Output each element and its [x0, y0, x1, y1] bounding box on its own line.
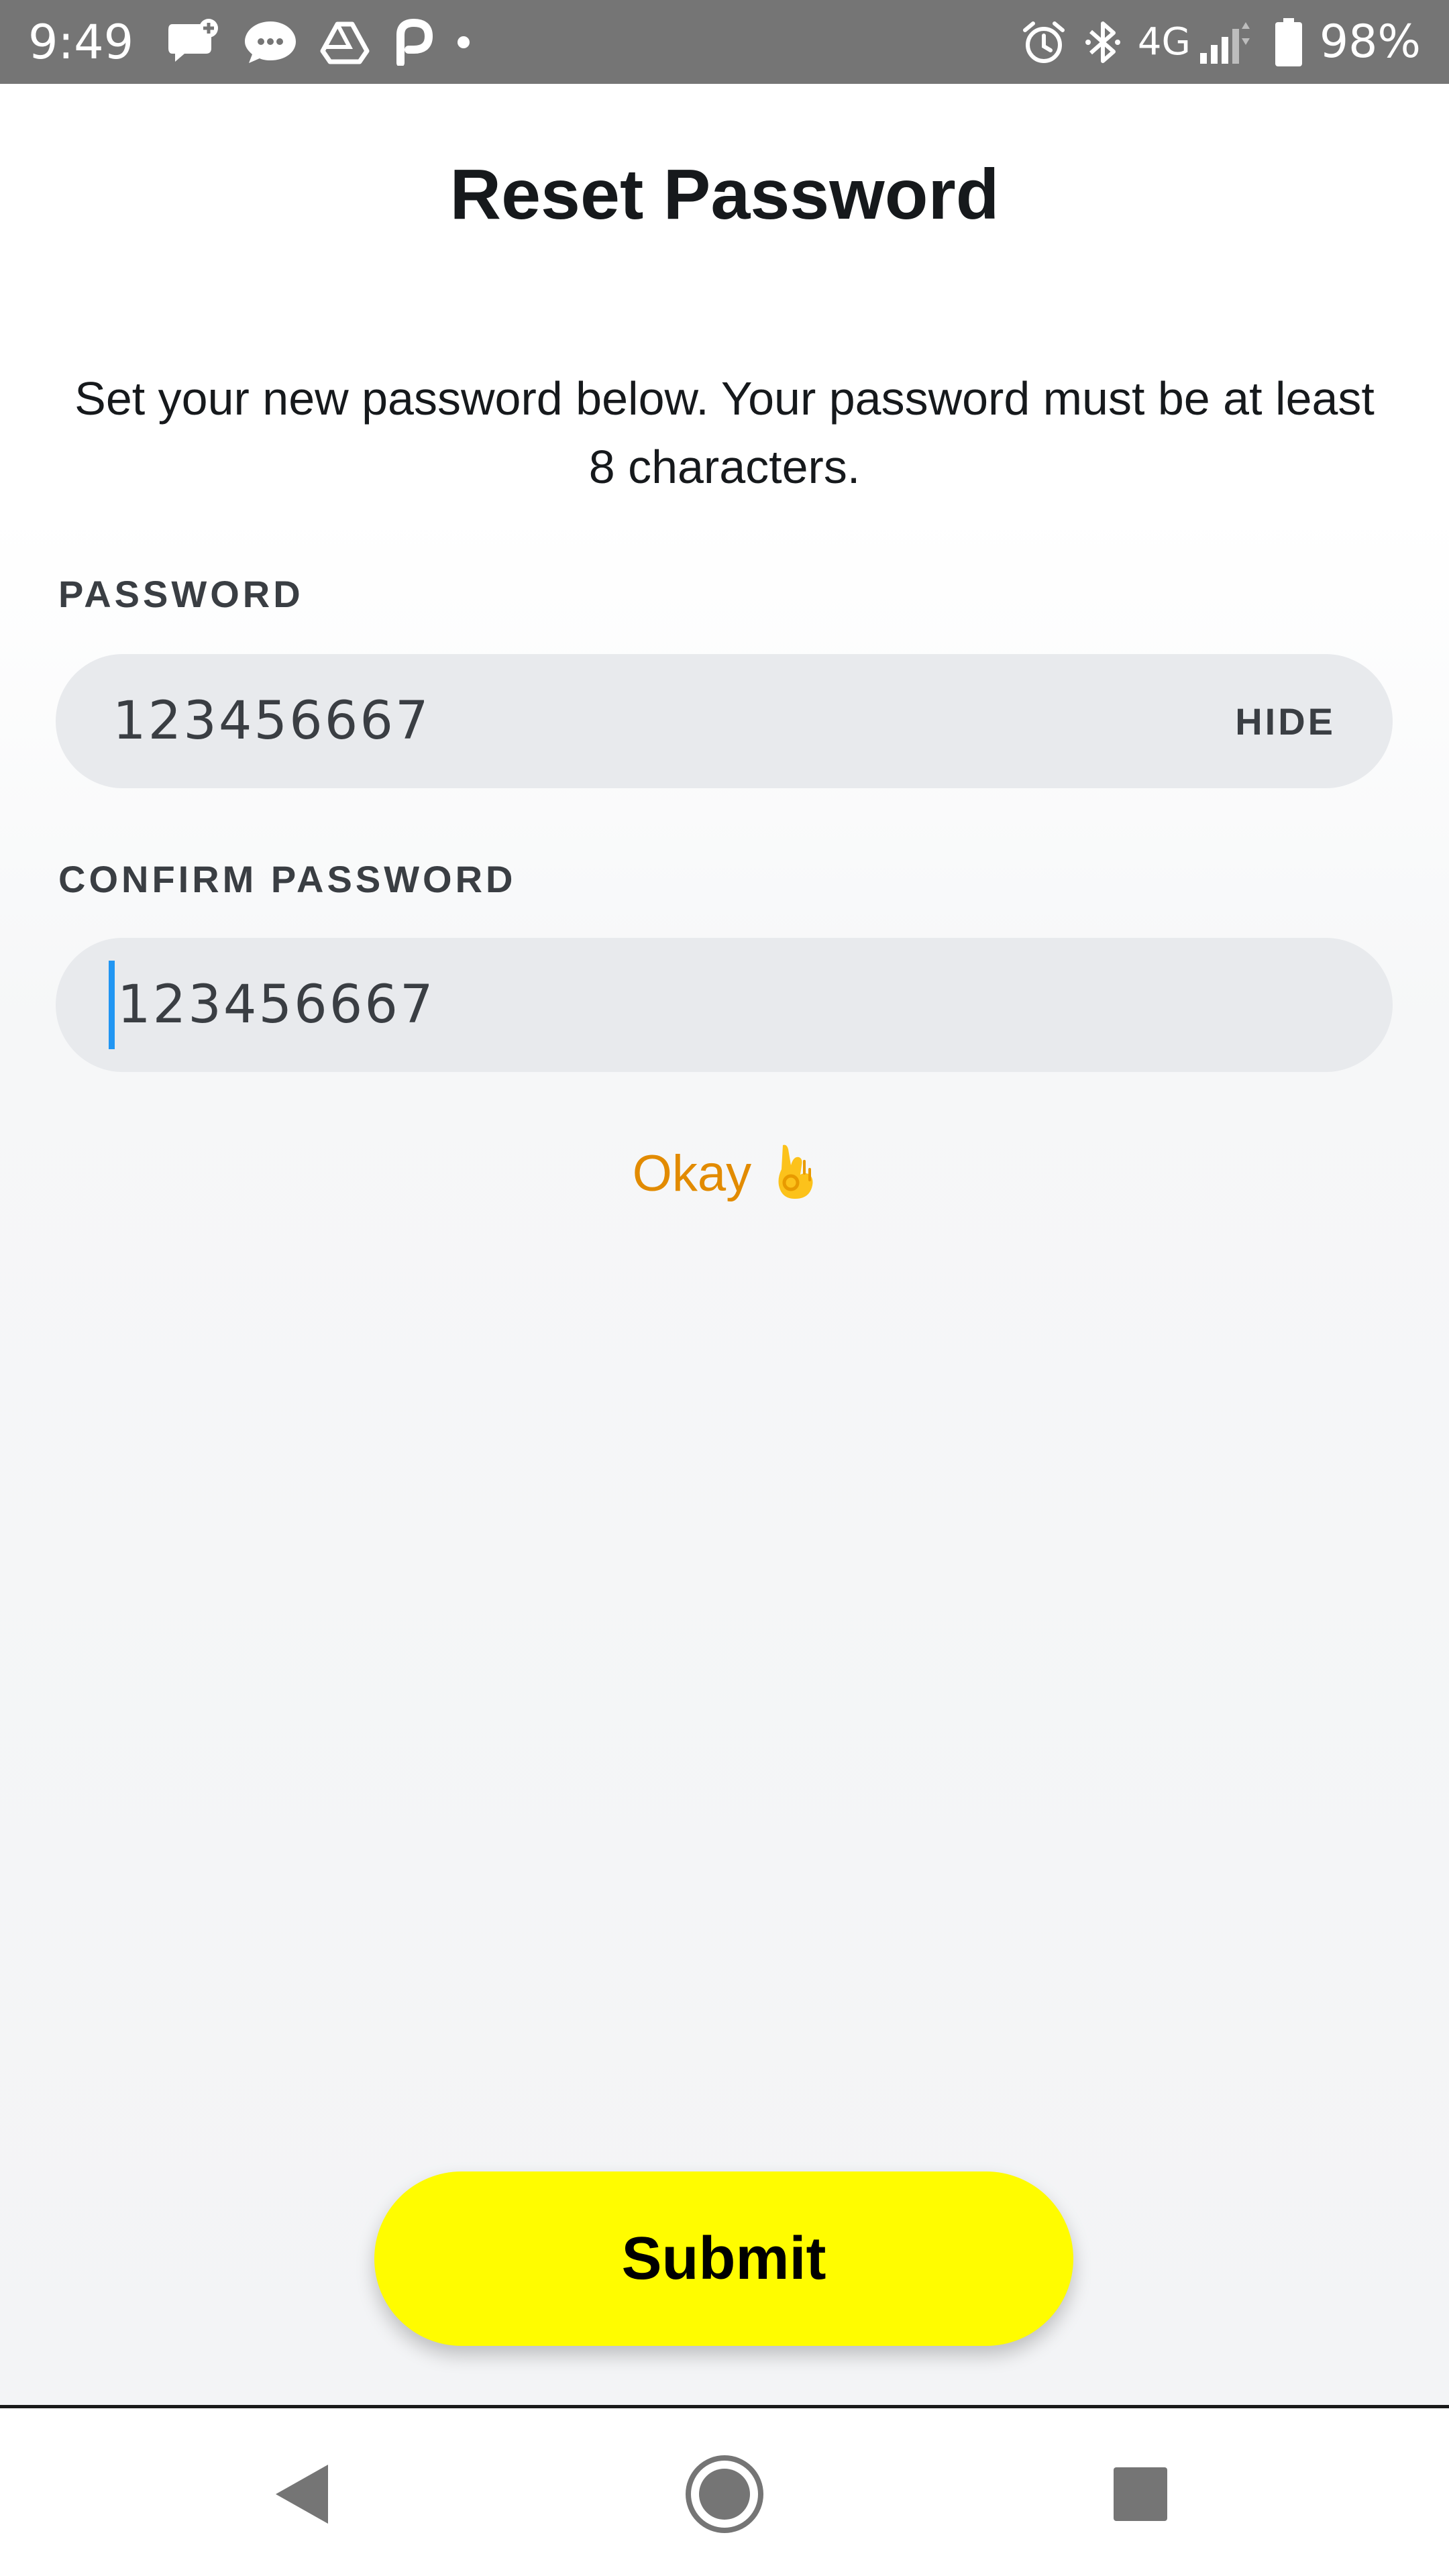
home-icon — [686, 2455, 763, 2533]
screen: 9:49 4G 98% Reset Password Set your new … — [0, 0, 1449, 2576]
add-chat-icon — [167, 18, 221, 66]
navigation-bar — [0, 2405, 1449, 2576]
password-input[interactable]: 123456667 HIDE — [56, 654, 1393, 788]
confirm-password-value[interactable]: 123456667 — [117, 975, 1336, 1035]
status-time: 9:49 — [28, 14, 134, 70]
recents-button[interactable] — [1067, 2408, 1214, 2576]
back-icon — [276, 2464, 328, 2524]
submit-button[interactable]: Submit — [374, 2171, 1073, 2346]
battery-level: 98% — [1319, 15, 1421, 68]
p-app-icon — [392, 18, 433, 66]
text-cursor — [109, 961, 115, 1049]
alarm-icon — [1020, 18, 1068, 66]
page-subtitle: Set your new password below. Your passwo… — [74, 372, 1375, 493]
reset-password-screen: Reset Password Set your new password bel… — [0, 84, 1449, 2408]
password-strength: Okay — [0, 1142, 1449, 1212]
hide-password-toggle[interactable]: HIDE — [1235, 700, 1336, 743]
page-title: Reset Password — [449, 155, 1000, 234]
messages-icon — [244, 19, 297, 66]
password-value[interactable]: 123456667 — [113, 691, 1235, 751]
password-label: PASSWORD — [58, 573, 304, 615]
signal-icon — [1197, 18, 1258, 66]
ok-hand-icon — [775, 1142, 816, 1212]
battery-icon — [1274, 17, 1303, 68]
status-bar-left: 9:49 — [28, 15, 494, 70]
drive-icon — [320, 20, 370, 64]
dot-icon — [455, 34, 472, 50]
status-bar: 9:49 4G 98% — [0, 0, 1449, 84]
confirm-password-input[interactable]: 123456667 — [56, 938, 1393, 1072]
confirm-password-label: CONFIRM PASSWORD — [58, 858, 517, 900]
password-strength-text: Okay — [632, 1145, 752, 1203]
bluetooth-icon — [1084, 18, 1122, 66]
network-type: 4G — [1137, 20, 1191, 64]
status-bar-right: 4G 98% — [1020, 15, 1421, 68]
recents-icon — [1114, 2467, 1167, 2521]
home-button[interactable] — [651, 2408, 798, 2576]
back-button[interactable] — [228, 2408, 376, 2576]
